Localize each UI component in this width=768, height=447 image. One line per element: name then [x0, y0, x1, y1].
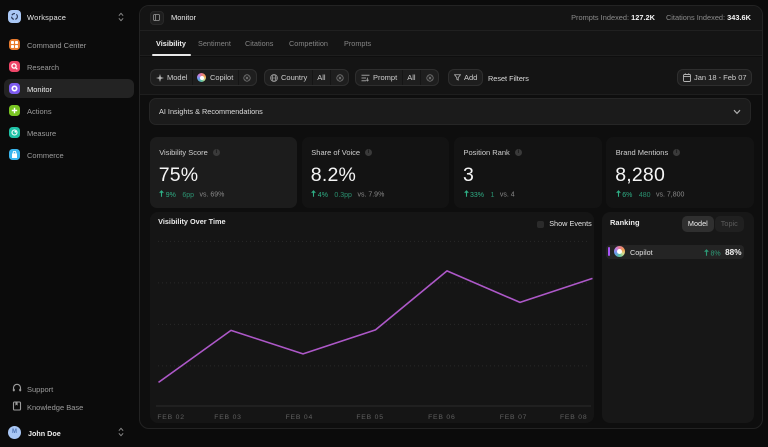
svg-text:FEB 04: FEB 04 [285, 414, 312, 421]
svg-text:FEB 02: FEB 02 [157, 414, 184, 421]
svg-text:FEB 03: FEB 03 [214, 414, 241, 421]
svg-text:FEB 06: FEB 06 [428, 414, 455, 421]
svg-text:FEB 08: FEB 08 [559, 414, 586, 421]
svg-text:FEB 05: FEB 05 [356, 414, 383, 421]
svg-text:FEB 07: FEB 07 [499, 414, 526, 421]
